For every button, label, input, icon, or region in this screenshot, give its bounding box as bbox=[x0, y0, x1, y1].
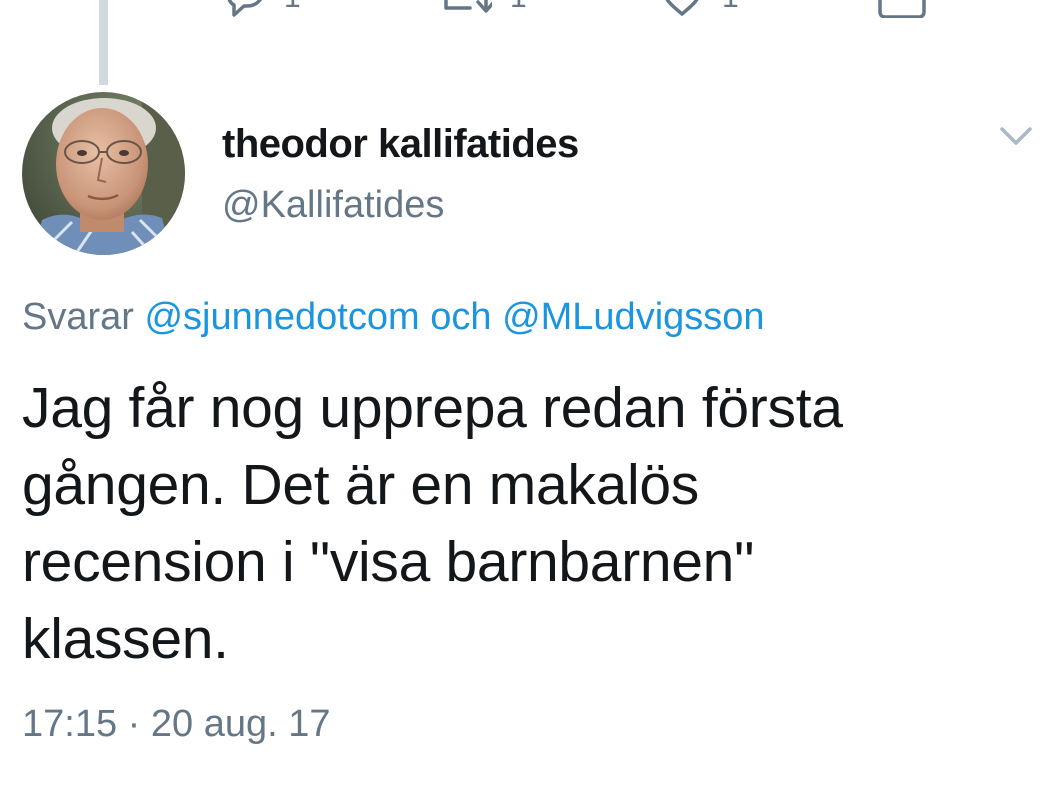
reply-count: 1 bbox=[284, 0, 301, 15]
reply-button[interactable]: 1 bbox=[222, 0, 301, 18]
tweet-text-line: klassen. bbox=[22, 607, 229, 671]
replying-to: Svarar @sjunnedotcom och @MLudvigsson bbox=[22, 296, 765, 339]
like-count: 1 bbox=[722, 0, 739, 15]
replying-to-prefix: Svarar bbox=[22, 296, 134, 338]
replying-to-conjunction[interactable]: och bbox=[430, 296, 491, 338]
heart-icon bbox=[665, 0, 699, 16]
avatar[interactable] bbox=[22, 92, 185, 255]
tweet-text-line: Jag får nog upprepa redan första bbox=[22, 376, 843, 440]
like-button[interactable]: 1 bbox=[660, 0, 739, 18]
mention-link-sjunnedotcom[interactable]: @sjunnedotcom bbox=[144, 296, 419, 338]
tweet-text-line: gången. Det är en makalös bbox=[22, 453, 699, 517]
previous-tweet-action-bar: 1 1 1 bbox=[0, 0, 1040, 18]
reply-icon bbox=[227, 0, 262, 17]
share-button[interactable] bbox=[878, 0, 926, 18]
mention-link-mludvigsson[interactable]: @MLudvigsson bbox=[502, 296, 764, 338]
tweet-text: Jag får nog upprepa redan första gången.… bbox=[22, 370, 1022, 678]
tweet-text-line: recension i "visa barnbarnen" bbox=[22, 530, 755, 594]
tweet-timestamp[interactable]: 17:15 · 20 aug. 17 bbox=[22, 703, 330, 746]
retweet-button[interactable]: 1 bbox=[440, 0, 527, 18]
avatar-photo bbox=[22, 92, 185, 255]
thread-connector-line bbox=[99, 0, 108, 85]
retweet-icon bbox=[444, 0, 492, 13]
tweet-detail-page: 1 1 1 bbox=[0, 0, 1040, 787]
retweet-count: 1 bbox=[510, 0, 527, 15]
chevron-down-icon[interactable] bbox=[998, 124, 1034, 148]
author-handle[interactable]: @Kallifatides bbox=[222, 184, 444, 227]
author-display-name[interactable]: theodor kallifatides bbox=[222, 122, 579, 167]
share-icon bbox=[878, 0, 926, 18]
